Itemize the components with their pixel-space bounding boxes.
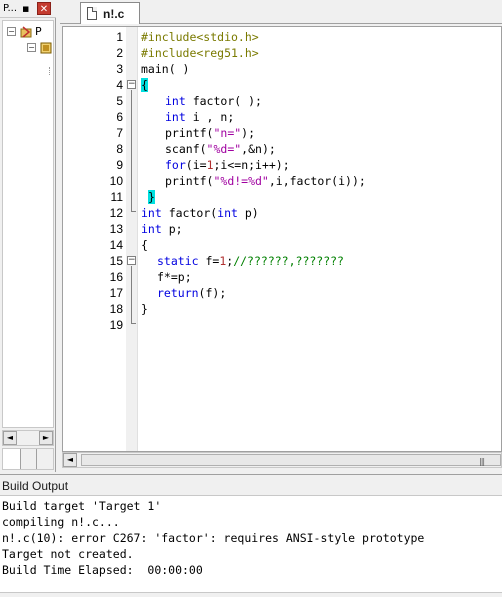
pin-icon[interactable]: ▪ <box>22 2 29 15</box>
line-number: 4 <box>116 78 123 92</box>
line-number: 17 <box>109 286 123 300</box>
code-text[interactable]: #include<stdio.h> #include<reg51.h> main… <box>141 27 501 451</box>
project-panel-title: P... <box>3 3 18 14</box>
line-number: 18 <box>109 302 123 316</box>
code-line-6: int i , n; <box>165 110 235 124</box>
tree-connector <box>49 67 53 75</box>
code-line-11: } <box>148 189 155 205</box>
build-output-line: Build target 'Target 1' <box>2 499 162 513</box>
build-output-bottom-edge <box>0 592 502 597</box>
tab-file-label: n!.c <box>103 7 125 21</box>
scroll-left-icon[interactable]: ◄ <box>3 431 17 445</box>
code-line-4: { <box>141 77 148 93</box>
line-number: 7 <box>116 126 123 140</box>
code-line-3: main( ) <box>141 62 190 76</box>
line-number: 13 <box>109 222 123 236</box>
tab-file[interactable]: n!.c <box>80 2 140 24</box>
build-output-titlebar: Build Output <box>0 474 502 496</box>
fold-margin <box>126 27 138 451</box>
fold-guide <box>131 90 132 211</box>
project-panel-scrollbar[interactable]: ◄ ► <box>2 430 54 446</box>
editor-tab-strip: n!.c <box>60 0 502 24</box>
build-output-error-line[interactable]: n!.c(10): error C267: 'factor': requires… <box>2 530 424 546</box>
build-output-pane[interactable]: Build target 'Target 1' compiling n!.c..… <box>0 496 502 597</box>
fold-guide <box>131 266 132 323</box>
code-line-16: f*=p; <box>157 270 192 284</box>
scrollbar-grip-icon: ||| <box>479 457 485 466</box>
close-icon[interactable]: ✕ <box>37 2 51 15</box>
build-output-title: Build Output <box>2 479 69 493</box>
build-output-line: Build Time Elapsed: 00:00:00 <box>2 563 203 577</box>
target-icon <box>40 42 52 54</box>
build-output-line: compiling n!.c... <box>2 515 120 529</box>
line-number: 9 <box>116 158 123 172</box>
tab-project[interactable] <box>3 449 21 469</box>
tree-item-target[interactable]: − <box>3 41 53 55</box>
tab-books[interactable] <box>23 449 37 469</box>
fold-guide-end <box>131 211 136 212</box>
code-line-18: } <box>141 302 148 316</box>
collapse-icon[interactable]: − <box>7 27 16 36</box>
line-number: 14 <box>109 238 123 252</box>
line-number: 15 <box>109 254 123 268</box>
scroll-left-icon[interactable]: ◄ <box>63 453 77 467</box>
code-line-10: printf("%d!=%d",i,factor(i)); <box>165 174 366 188</box>
line-number: 2 <box>116 46 123 60</box>
line-number: 12 <box>109 206 123 220</box>
scroll-right-icon[interactable]: ► <box>39 431 53 445</box>
code-line-17: return(f); <box>157 286 227 300</box>
line-number: 16 <box>109 270 123 284</box>
line-number: 8 <box>116 142 123 156</box>
line-number: 19 <box>109 318 123 332</box>
matching-brace: } <box>148 190 155 204</box>
project-icon <box>20 26 32 38</box>
code-line-8: scanf("%d=",&n); <box>165 142 276 156</box>
tree-item-project[interactable]: − P <box>3 25 53 39</box>
matching-brace: { <box>141 78 148 92</box>
line-number: 3 <box>116 62 123 76</box>
build-output-line: Target not created. <box>2 547 134 561</box>
line-number: 11 <box>110 190 123 204</box>
line-number: 5 <box>116 94 123 108</box>
fold-collapse-icon[interactable]: − <box>127 80 136 89</box>
code-line-12: int factor(int p) <box>141 206 259 220</box>
editor-area: n!.c 1 2 3 4 5 6 7 8 9 10 11 12 13 14 15… <box>60 0 502 472</box>
code-line-9: for(i=1;i<=n;i++); <box>165 158 290 172</box>
document-icon <box>87 7 97 20</box>
project-panel-tabs <box>2 448 54 470</box>
code-line-2: #include<reg51.h> <box>141 46 259 60</box>
code-line-14: { <box>141 238 148 252</box>
project-panel-titlebar: P... ▪ ✕ <box>0 0 56 18</box>
editor-horizontal-scrollbar[interactable]: ◄ ||| <box>62 452 502 468</box>
line-number: 1 <box>116 30 123 44</box>
code-line-15: static f=1;//??????,??????? <box>157 254 344 268</box>
line-number: 10 <box>109 174 123 188</box>
project-tree: − P − <box>2 20 54 428</box>
scrollbar-thumb[interactable]: ||| <box>81 454 501 466</box>
line-number: 6 <box>116 110 123 124</box>
code-editor[interactable]: 1 2 3 4 5 6 7 8 9 10 11 12 13 14 15 16 1… <box>62 26 502 452</box>
project-panel: P... ▪ ✕ − P − ◄ ► <box>0 0 56 472</box>
tree-item-label: P <box>35 25 42 38</box>
code-line-5: int factor( ); <box>165 94 262 108</box>
code-line-1: #include<stdio.h> <box>141 30 259 44</box>
code-line-13: int p; <box>141 222 183 236</box>
collapse-icon[interactable]: − <box>27 43 36 52</box>
fold-guide-end <box>131 323 136 324</box>
fold-collapse-icon[interactable]: − <box>127 256 136 265</box>
code-line-7: printf("n="); <box>165 126 256 140</box>
